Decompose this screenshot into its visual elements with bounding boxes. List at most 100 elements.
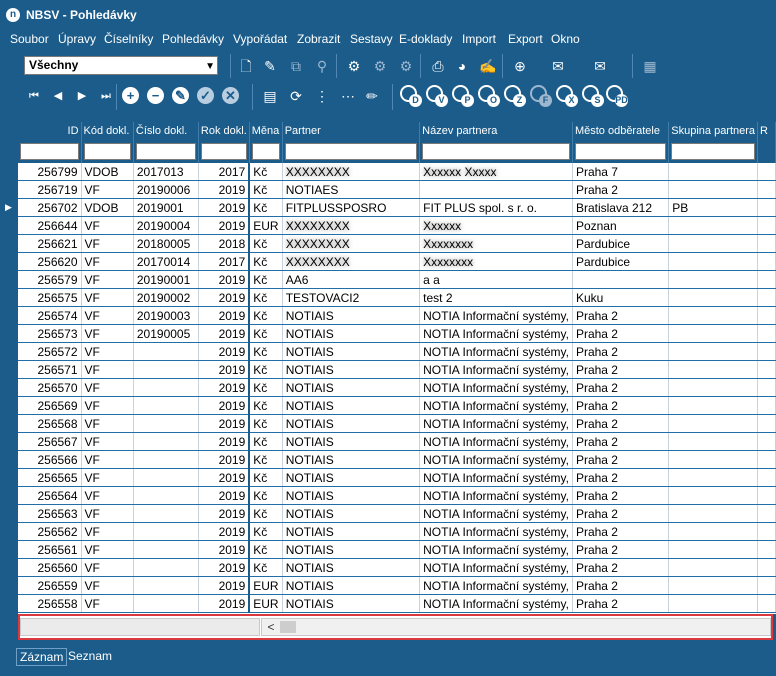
column-header[interactable]: ID (18, 122, 82, 139)
add-attach-icon[interactable]: ⊕ (510, 56, 530, 76)
filter-f-icon[interactable]: F (530, 85, 552, 107)
cell-mena[interactable]: Kč (249, 486, 283, 505)
column-filter-input[interactable] (200, 142, 247, 160)
cell-kod[interactable]: VF (81, 234, 134, 253)
cell-partner[interactable]: NOTIAIS (282, 522, 421, 541)
cell-rok[interactable]: 2019 (198, 270, 251, 289)
cell-r[interactable] (757, 180, 776, 199)
cell-skupina[interactable] (668, 252, 759, 271)
cell-cislo[interactable]: 2017013 (133, 163, 199, 181)
cell-id[interactable]: 256563 (18, 504, 82, 523)
cell-id[interactable]: 256562 (18, 522, 82, 541)
cell-mesto[interactable]: Praha 2 (572, 324, 670, 343)
cell-mesto[interactable]: Praha 2 (572, 576, 670, 595)
cell-nazev[interactable]: NOTIA Informační systémy, (419, 504, 573, 523)
stamp-icon[interactable]: ⚲ (312, 56, 332, 76)
confirm-icon[interactable]: ✓ (197, 87, 214, 104)
pie-chart-icon[interactable]: ◕ (452, 56, 472, 76)
cell-nazev[interactable]: NOTIA Informační systémy, (419, 360, 573, 379)
table-row[interactable]: 256559 VF 2019 EUR NOTIAIS NOTIA Informační s… (18, 576, 776, 595)
column-header[interactable]: R (757, 122, 776, 139)
menu-item-4[interactable]: Vypořádat (233, 32, 287, 46)
cell-mesto[interactable] (572, 270, 670, 289)
horizontal-scrollbar[interactable]: < (261, 618, 771, 636)
cell-r[interactable] (757, 414, 776, 433)
network-tree-icon[interactable]: ⚙ (396, 56, 416, 76)
cell-mena[interactable]: Kč (249, 180, 283, 199)
cell-partner[interactable]: NOTIAIS (282, 360, 421, 379)
cell-kod[interactable]: VDOB (81, 163, 134, 181)
cell-rok[interactable]: 2019 (198, 180, 251, 199)
cell-mena[interactable]: EUR (249, 594, 283, 613)
cell-mesto[interactable]: Pardubice (572, 234, 670, 253)
cell-id[interactable]: 256570 (18, 378, 82, 397)
cell-kod[interactable]: VF (81, 576, 134, 595)
cell-rok[interactable]: 2019 (198, 342, 251, 361)
cell-partner[interactable]: NOTIAIS (282, 540, 421, 559)
cell-id[interactable]: 256566 (18, 450, 82, 469)
menu-item-0[interactable]: Soubor (10, 32, 49, 46)
table-row[interactable]: 256560 VF 2019 Kč NOTIAIS NOTIA Informační sy… (18, 558, 776, 577)
cell-nazev[interactable]: NOTIA Informační systémy, (419, 594, 573, 613)
filter-o-icon[interactable]: O (478, 85, 500, 107)
table-row[interactable]: 256799 VDOB 2017013 2017 Kč XXXXXXXX Xxxxxx Xx… (18, 163, 776, 181)
cell-id[interactable]: 256561 (18, 540, 82, 559)
cell-nazev[interactable] (419, 180, 573, 199)
cell-partner[interactable]: TESTOVACI2 (282, 288, 421, 307)
cell-skupina[interactable] (668, 450, 759, 469)
column-header[interactable]: Číslo dokl. (133, 122, 199, 139)
cell-mesto[interactable]: Kuku (572, 288, 670, 307)
scroll-left-button[interactable]: < (264, 619, 278, 635)
table-row[interactable]: 256644 VF 20190004 2019 EUR XXXXXXXX Xxxxxx Poz… (18, 216, 776, 235)
cell-skupina[interactable] (668, 594, 759, 613)
cell-kod[interactable]: VF (81, 306, 134, 325)
cell-rok[interactable]: 2019 (198, 414, 251, 433)
table-row[interactable]: 256574 VF 20190003 2019 Kč NOTIAIS NOTIA Infor… (18, 306, 776, 325)
column-header[interactable]: Rok dokl. (198, 122, 250, 139)
column-filter-input[interactable] (135, 142, 196, 160)
table-row[interactable]: 256558 VF 2019 EUR NOTIAIS NOTIA Informační s… (18, 594, 776, 613)
next-record-icon[interactable]: ▶ (72, 86, 92, 106)
edit-document-icon[interactable]: ✎ (260, 56, 280, 76)
cell-mena[interactable]: Kč (249, 342, 283, 361)
cell-kod[interactable]: VF (81, 522, 134, 541)
cell-cislo[interactable] (133, 450, 199, 469)
cell-cislo[interactable] (133, 522, 199, 541)
cell-partner[interactable]: NOTIAIS (282, 486, 421, 505)
filter-z-icon[interactable]: Z (504, 85, 526, 107)
column-filter-input[interactable] (251, 142, 280, 160)
fixed-columns-scrollbar[interactable] (20, 618, 260, 636)
cell-mena[interactable]: Kč (249, 234, 283, 253)
cell-r[interactable] (757, 558, 776, 577)
table-row[interactable]: 256620 VF 20170014 2017 Kč XXXXXXXX Xxxxxxxx Pa… (18, 252, 776, 271)
cell-id[interactable]: 256567 (18, 432, 82, 451)
cell-skupina[interactable] (668, 468, 759, 487)
notes-icon[interactable]: ✍ (478, 56, 498, 76)
mail-send-icon[interactable]: ✉ (590, 56, 610, 76)
cell-skupina[interactable] (668, 576, 759, 595)
cell-mena[interactable]: Kč (249, 163, 283, 181)
cell-kod[interactable]: VF (81, 180, 134, 199)
cell-kod[interactable]: VDOB (81, 198, 134, 217)
cell-nazev[interactable]: NOTIA Informační systémy, (419, 486, 573, 505)
cell-nazev[interactable]: test 2 (419, 288, 573, 307)
table-row[interactable]: 256568 VF 2019 Kč NOTIAIS NOTIA Informační sy… (18, 414, 776, 433)
table-row[interactable]: 256575 VF 20190002 2019 Kč TESTOVACI2 test 2 Ku… (18, 288, 776, 307)
cell-r[interactable] (757, 396, 776, 415)
cell-mesto[interactable]: Praha 2 (572, 360, 670, 379)
cell-mena[interactable]: Kč (249, 414, 283, 433)
column-header[interactable]: Kód dokl. (81, 122, 134, 139)
table-row[interactable]: 256621 VF 20180005 2018 Kč XXXXXXXX Xxxxxxxx Pa… (18, 234, 776, 253)
cell-mena[interactable]: Kč (249, 288, 283, 307)
table-row[interactable]: 256572 VF 2019 Kč NOTIAIS NOTIA Informační sy… (18, 342, 776, 361)
cell-skupina[interactable] (668, 378, 759, 397)
cell-r[interactable] (757, 198, 776, 217)
cell-r[interactable] (757, 378, 776, 397)
cell-skupina[interactable] (668, 306, 759, 325)
network-icon[interactable]: ⚙ (344, 56, 364, 76)
cancel-icon[interactable]: ✕ (222, 87, 239, 104)
cell-nazev[interactable]: Xxxxxx Xxxxx (419, 163, 573, 181)
cell-nazev[interactable]: NOTIA Informační systémy, (419, 324, 573, 343)
cell-mena[interactable]: Kč (249, 306, 283, 325)
cell-kod[interactable]: VF (81, 252, 134, 271)
